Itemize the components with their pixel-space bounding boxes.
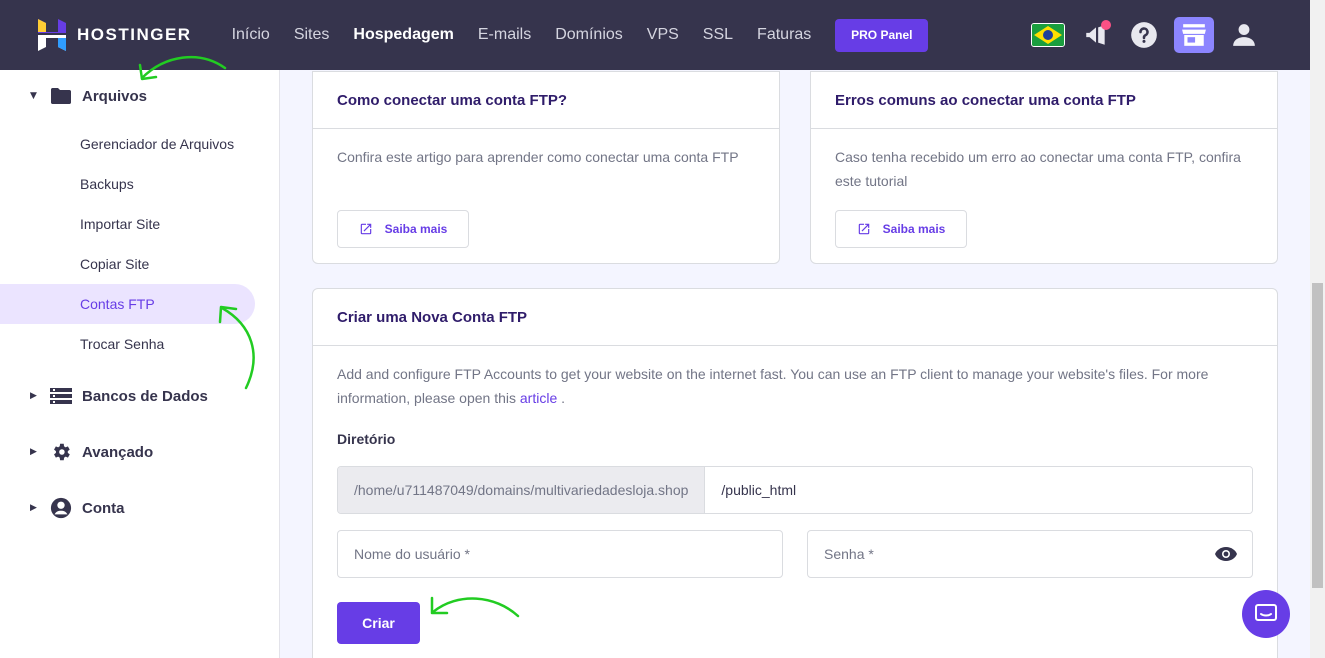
description-text: Add and configure FTP Accounts to get yo… bbox=[337, 366, 1209, 406]
card-description: Caso tenha recebido um erro ao conectar … bbox=[835, 149, 1241, 189]
nav-hospedagem[interactable]: Hospedagem bbox=[353, 26, 453, 44]
folder-icon bbox=[50, 86, 72, 106]
create-description: Add and configure FTP Accounts to get yo… bbox=[313, 346, 1277, 410]
scrollbar-thumb[interactable] bbox=[1312, 283, 1323, 588]
nav-vps[interactable]: VPS bbox=[647, 26, 679, 44]
brand-name: HOSTINGER bbox=[77, 25, 192, 44]
database-icon bbox=[50, 386, 72, 406]
nav-dominios[interactable]: Domínios bbox=[555, 26, 623, 44]
account-button[interactable] bbox=[1226, 17, 1262, 53]
caret-right-icon: ▶ bbox=[30, 391, 37, 401]
saiba-mais-button[interactable]: Saiba mais bbox=[337, 210, 469, 248]
saiba-mais-button[interactable]: Saiba mais bbox=[835, 210, 967, 248]
card-title: Erros comuns ao conectar uma conta FTP bbox=[811, 72, 1277, 129]
sidebar-item-backups[interactable]: Backups bbox=[0, 164, 255, 204]
password-input[interactable] bbox=[808, 531, 1252, 577]
page-scrollbar[interactable] bbox=[1310, 0, 1325, 658]
announcements-button[interactable] bbox=[1078, 17, 1114, 53]
store-icon bbox=[1182, 24, 1206, 46]
ftp-connect-card: Como conectar uma conta FTP? Confira est… bbox=[312, 71, 780, 264]
top-icons bbox=[1018, 0, 1262, 70]
sidebar-group-avancado[interactable]: ▶ Avançado bbox=[0, 422, 279, 482]
language-selector[interactable] bbox=[1030, 17, 1066, 53]
saiba-mais-label: Saiba mais bbox=[882, 222, 946, 236]
nav-faturas[interactable]: Faturas bbox=[757, 26, 811, 44]
external-link-icon bbox=[360, 223, 371, 235]
directory-label: Diretório bbox=[337, 431, 396, 447]
directory-prefix: /home/u711487049/domains/multivariedades… bbox=[338, 467, 706, 513]
sidebar-group-label: Avançado bbox=[82, 443, 154, 461]
sidebar-item-trocar-senha[interactable]: Trocar Senha bbox=[0, 324, 255, 364]
help-button[interactable] bbox=[1126, 17, 1162, 53]
store-button[interactable] bbox=[1174, 17, 1214, 53]
chat-widget-button[interactable] bbox=[1242, 590, 1290, 638]
top-navigation-bar: HOSTINGER Início Sites Hospedagem E-mail… bbox=[0, 0, 1310, 70]
directory-field: /home/u711487049/domains/multivariedades… bbox=[337, 466, 1253, 514]
caret-right-icon: ▶ bbox=[30, 447, 37, 457]
nav-emails[interactable]: E-mails bbox=[478, 26, 531, 44]
description-end: . bbox=[557, 390, 566, 406]
username-input[interactable] bbox=[338, 531, 782, 577]
card-description: Confira este artigo para aprender como c… bbox=[337, 149, 739, 165]
sidebar-item-contas-ftp[interactable]: Contas FTP bbox=[0, 284, 255, 324]
nav-sites[interactable]: Sites bbox=[294, 26, 330, 44]
nav-inicio[interactable]: Início bbox=[232, 26, 270, 44]
card-title: Criar uma Nova Conta FTP bbox=[313, 289, 1277, 346]
sidebar-item-gerenciador[interactable]: Gerenciador de Arquivos bbox=[0, 124, 255, 164]
gear-icon bbox=[50, 442, 72, 462]
password-field bbox=[807, 530, 1253, 578]
criar-button[interactable]: Criar bbox=[337, 602, 420, 644]
sidebar-group-label: Bancos de Dados bbox=[82, 387, 208, 405]
nav-ssl[interactable]: SSL bbox=[703, 26, 733, 44]
main-nav: Início Sites Hospedagem E-mails Domínios… bbox=[232, 18, 929, 52]
sidebar-group-label: Conta bbox=[82, 499, 125, 517]
help-icon bbox=[1131, 22, 1157, 48]
username-field bbox=[337, 530, 783, 578]
sidebar-group-conta[interactable]: ▶ Conta bbox=[0, 482, 279, 534]
hostinger-logo[interactable]: HOSTINGER bbox=[38, 19, 192, 51]
sidebar-item-importar[interactable]: Importar Site bbox=[0, 204, 255, 244]
card-title: Como conectar uma conta FTP? bbox=[313, 72, 779, 129]
brazil-flag-icon bbox=[1031, 23, 1065, 47]
account-circle-icon bbox=[50, 497, 72, 519]
ftp-errors-card: Erros comuns ao conectar uma conta FTP C… bbox=[810, 71, 1278, 264]
notification-dot bbox=[1101, 20, 1111, 30]
show-password-icon[interactable] bbox=[1214, 544, 1238, 564]
directory-input[interactable] bbox=[705, 467, 1252, 513]
sidebar-group-arquivos[interactable]: ▼ Arquivos bbox=[0, 74, 279, 118]
caret-right-icon: ▶ bbox=[30, 503, 37, 513]
sidebar: ▼ Arquivos Gerenciador de Arquivos Backu… bbox=[0, 70, 280, 658]
external-link-icon bbox=[858, 223, 869, 235]
sidebar-group-label: Arquivos bbox=[82, 87, 148, 105]
hostinger-logo-icon bbox=[38, 19, 66, 51]
create-ftp-account-card: Criar uma Nova Conta FTP Add and configu… bbox=[312, 288, 1278, 658]
user-icon bbox=[1233, 24, 1255, 46]
saiba-mais-label: Saiba mais bbox=[384, 222, 448, 236]
sidebar-item-copiar[interactable]: Copiar Site bbox=[0, 244, 255, 284]
article-link[interactable]: article bbox=[520, 390, 557, 406]
pro-panel-button[interactable]: PRO Panel bbox=[835, 18, 929, 52]
caret-down-icon: ▼ bbox=[30, 91, 37, 101]
chat-icon bbox=[1255, 604, 1277, 621]
sidebar-group-bancos[interactable]: ▶ Bancos de Dados bbox=[0, 370, 279, 422]
